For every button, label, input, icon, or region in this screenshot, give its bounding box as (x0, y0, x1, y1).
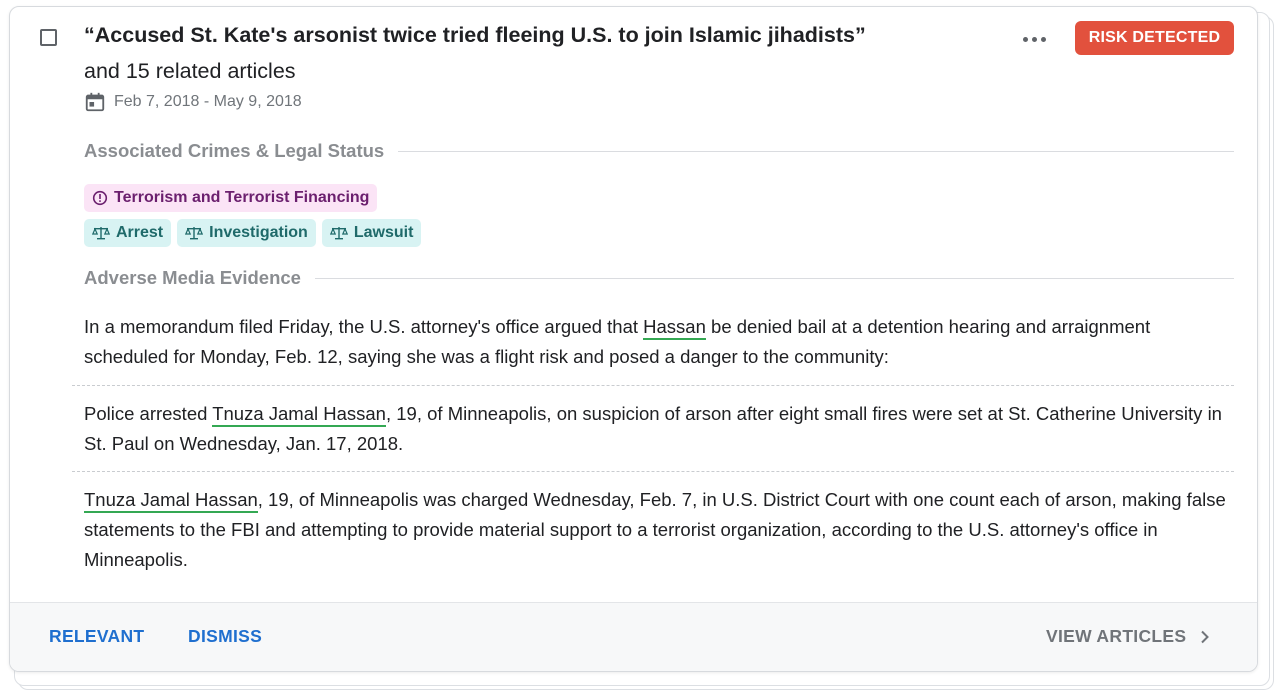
legal-tag-lawsuit: Lawsuit (321, 219, 422, 247)
snippet-divider (72, 385, 1234, 386)
heading-divider (314, 277, 1234, 279)
calendar-icon (85, 92, 105, 112)
select-checkbox[interactable] (40, 29, 57, 46)
evidence-snippet-1: In a memorandum filed Friday, the U.S. a… (84, 312, 1234, 372)
relevant-button[interactable]: RELEVANT (49, 626, 144, 647)
related-articles-count: and 15 related articles (84, 59, 296, 83)
legal-tag-investigation: Investigation (177, 219, 316, 247)
legal-tag-label: Arrest (116, 224, 164, 241)
entity-highlight[interactable]: Hassan (643, 316, 706, 340)
crimes-section-heading: Associated Crimes & Legal Status (84, 140, 1234, 162)
card-footer: RELEVANT DISMISS VIEW ARTICLES (10, 602, 1257, 671)
more-dot (1040, 36, 1046, 42)
scales-icon (92, 227, 110, 240)
legal-tag-label: Lawsuit (353, 224, 414, 241)
evidence-snippet-2: Police arrested Tnuza Jamal Hassan, 19, … (84, 399, 1234, 459)
alert-circle-icon (92, 190, 108, 206)
entity-highlight[interactable]: Tnuza Jamal Hassan (212, 403, 386, 427)
scales-icon (185, 227, 204, 240)
crime-tag-label: Terrorism and Terrorist Financing (114, 189, 370, 206)
article-title[interactable]: “Accused St. Kate's arsonist twice tried… (84, 23, 866, 48)
scales-icon (329, 227, 348, 240)
snippet-text: Police arrested (84, 403, 213, 424)
more-dot (1031, 36, 1037, 42)
view-articles-label: VIEW ARTICLES (1046, 626, 1187, 646)
more-options-button[interactable] (1016, 25, 1052, 53)
chevron-right-icon (1201, 630, 1210, 643)
view-articles-button[interactable]: VIEW ARTICLES (1046, 626, 1210, 647)
crimes-heading-text: Associated Crimes & Legal Status (84, 140, 385, 161)
date-range: Feb 7, 2018 - May 9, 2018 (114, 93, 302, 110)
crime-tag-terrorism: Terrorism and Terrorist Financing (84, 184, 378, 212)
date-range-row: Feb 7, 2018 - May 9, 2018 (84, 91, 302, 113)
article-card: “Accused St. Kate's arsonist twice tried… (9, 6, 1258, 672)
crime-tags: Terrorism and Terrorist Financing (84, 184, 378, 212)
risk-detected-badge: RISK DETECTED (1075, 21, 1234, 55)
legal-tag-label: Investigation (209, 224, 308, 241)
legal-status-tags: Arrest Investigation Lawsuit (84, 219, 422, 247)
entity-highlight[interactable]: Tnuza Jamal Hassan (84, 489, 258, 513)
dismiss-button[interactable]: DISMISS (188, 626, 262, 647)
evidence-section-heading: Adverse Media Evidence (84, 267, 1234, 289)
evidence-heading-text: Adverse Media Evidence (84, 267, 301, 288)
evidence-snippet-3: Tnuza Jamal Hassan, 19, of Minneapolis w… (84, 485, 1234, 575)
heading-divider (398, 150, 1234, 152)
legal-tag-arrest: Arrest (84, 219, 172, 247)
snippet-text: In a memorandum filed Friday, the U.S. a… (84, 316, 644, 337)
snippet-divider (72, 471, 1234, 472)
more-horizontal-icon (1022, 36, 1028, 42)
